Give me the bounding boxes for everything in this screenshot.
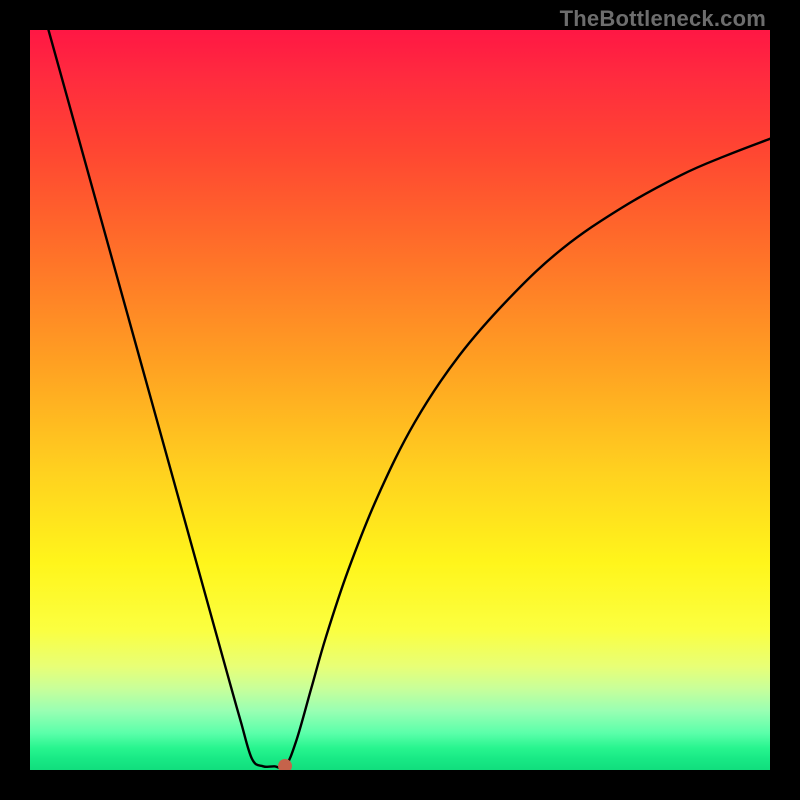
vertex-marker [278, 759, 292, 770]
curve-layer [30, 30, 770, 770]
chart-frame: TheBottleneck.com [0, 0, 800, 800]
plot-area [30, 30, 770, 770]
bottleneck-curve [49, 30, 771, 768]
watermark-text: TheBottleneck.com [560, 6, 766, 32]
